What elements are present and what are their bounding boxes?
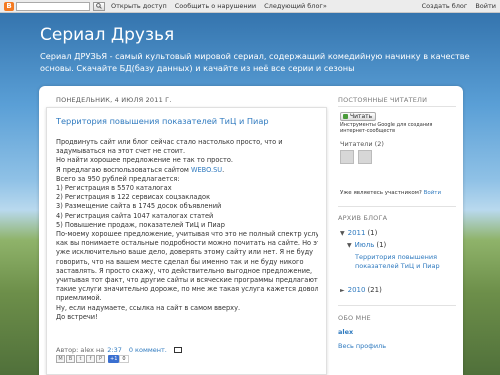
plus-one-count: 0 <box>119 355 129 363</box>
post-author: Автор: alex на <box>56 346 105 354</box>
post-line: 4) Регистрация сайта 1047 каталогах стат… <box>56 211 214 220</box>
plus-one-button[interactable]: +1 <box>108 355 120 363</box>
post-line: Я предлагаю воспользоваться сайтом WEBO.… <box>56 166 318 175</box>
sidebar-divider <box>338 206 456 207</box>
archive-count: (21) <box>367 286 382 294</box>
expand-triangle-icon[interactable]: ▼ <box>347 242 352 249</box>
post-line: 5) Повышение продаж, показателей ТиЦ и П… <box>56 220 225 229</box>
navbar-link-next-blog[interactable]: Следующий блог» <box>264 2 327 10</box>
share-pinterest-button[interactable]: P <box>96 355 105 363</box>
post-line: Ну, если надумаете, ссылка на сайт в сам… <box>56 303 241 312</box>
blogger-navbar: B Открыть доступ Сообщить о нарушении Сл… <box>0 0 500 13</box>
post-line: По-моему хорошее предложение, учитывая ч… <box>56 230 318 239</box>
full-profile-link[interactable]: Весь профиль <box>338 342 386 350</box>
webo-su-link[interactable]: WEBO.SU <box>191 166 222 174</box>
archive-year-2011[interactable]: ▼ 2011 (1) <box>340 229 377 237</box>
post-body: Продвинуть сайт или блог сейчас стало на… <box>56 138 318 322</box>
archive-month-link[interactable]: Июль <box>355 241 375 249</box>
post-line: До встречи! <box>56 312 98 321</box>
post-line: такие услуги значительно дороже, по мне … <box>56 285 318 294</box>
share-buttons: M B t f P +1 0 <box>56 355 129 363</box>
member-question: Уже являетесь участником? <box>340 190 422 196</box>
post-line: задумываться на этот счет не стоит. <box>56 147 186 156</box>
post-date-header: ПОНЕДЕЛЬНИК, 4 ИЮЛЯ 2011 Г. <box>56 96 172 104</box>
navbar-link-share[interactable]: Открыть доступ <box>111 2 167 10</box>
archive-count: (1) <box>367 229 378 237</box>
navbar-create-blog[interactable]: Создать блог <box>422 2 468 10</box>
blog-description: Сериал ДРУЗЬЯ - самый культовый мировой … <box>40 51 470 73</box>
search-icon <box>96 3 102 9</box>
navbar-sign-in[interactable]: Войти <box>475 2 496 10</box>
follower-avatar[interactable] <box>340 150 354 164</box>
archive-year-link[interactable]: 2011 <box>348 229 366 237</box>
post-line: приемлимой. <box>56 294 102 303</box>
follower-avatar[interactable] <box>358 150 372 164</box>
post-line-text: Я предлагаю воспользоваться сайтом <box>56 165 189 174</box>
blogger-logo-icon[interactable]: B <box>4 1 14 11</box>
post-footer: Автор: alex на 2:37 0 коммент. <box>56 346 182 354</box>
member-prompt: Уже являетесь участником? Войти <box>340 190 441 196</box>
navbar-link-report[interactable]: Сообщить о нарушении <box>175 2 256 10</box>
about-heading: ОБО МНЕ <box>338 314 371 322</box>
archive-post-link[interactable]: Территория повышения показателей ТиЦ и П… <box>355 253 455 270</box>
blog-title[interactable]: Сериал Друзья <box>40 25 174 45</box>
expand-triangle-icon[interactable]: ▼ <box>340 230 345 237</box>
post-time-link[interactable]: 2:37 <box>107 346 122 354</box>
follow-button-label: Читать <box>350 113 373 120</box>
post-line: 3) Размещение сайта в 1745 досок объявле… <box>56 202 222 211</box>
post-line: Всего за 950 рублей предлагается: <box>56 174 180 183</box>
post-line: как вы понимаете остальные подробности м… <box>56 239 318 248</box>
sidebar-divider <box>338 106 456 107</box>
navbar-right: Создать блог Войти <box>414 2 496 10</box>
post-line: Но найти хорошее предложение не так то п… <box>56 156 233 165</box>
follow-icon <box>343 114 348 119</box>
archive-year-link[interactable]: 2010 <box>348 286 366 294</box>
post-line: Продвинуть сайт или блог сейчас стало на… <box>56 138 283 146</box>
post-line: 1) Регистрация в 5570 каталогах <box>56 184 172 193</box>
share-email-button[interactable]: M <box>56 355 65 363</box>
archive-count: (1) <box>376 241 387 249</box>
sidebar-divider <box>338 305 456 306</box>
post-line: учитывая тот факт, что другие сайты и вс… <box>56 276 318 285</box>
post-line: говорить, что на вашем месте сделал бы и… <box>56 257 304 266</box>
post-line: заставлять. Я просто скажу, что действит… <box>56 266 313 275</box>
about-author-name[interactable]: alex <box>338 328 353 336</box>
archive-month-july[interactable]: ▼ Июль (1) <box>347 241 386 249</box>
follow-tools-text: Инструменты Google для создания интернет… <box>340 122 433 134</box>
follow-button[interactable]: Читать <box>340 112 376 121</box>
email-post-icon[interactable] <box>173 347 182 353</box>
archive-heading: АРХИВ БЛОГА <box>338 214 388 222</box>
navbar-search-button[interactable] <box>93 1 105 11</box>
post-title[interactable]: Территория повышения показателей ТиЦ и П… <box>56 116 269 126</box>
followers-heading: ПОСТОЯННЫЕ ЧИТАТЕЛИ <box>338 96 428 104</box>
share-blogthis-button[interactable]: B <box>66 355 75 363</box>
member-login-link[interactable]: Войти <box>424 190 442 196</box>
share-facebook-button[interactable]: f <box>86 355 95 363</box>
collapse-triangle-icon[interactable]: ► <box>340 287 345 294</box>
navbar-search-input[interactable] <box>16 1 90 11</box>
comments-link[interactable]: 0 коммент. <box>129 346 167 354</box>
post-line: 2) Регистрация в 122 сервисах соцзакладо… <box>56 193 211 202</box>
followers-count: Читатели (2) <box>340 140 384 148</box>
post-link-suffix: . <box>222 165 225 174</box>
archive-year-2010[interactable]: ► 2010 (21) <box>340 286 382 294</box>
share-twitter-button[interactable]: t <box>76 355 85 363</box>
post-line: уже исключительно ваше дело, доверять эт… <box>56 248 314 257</box>
